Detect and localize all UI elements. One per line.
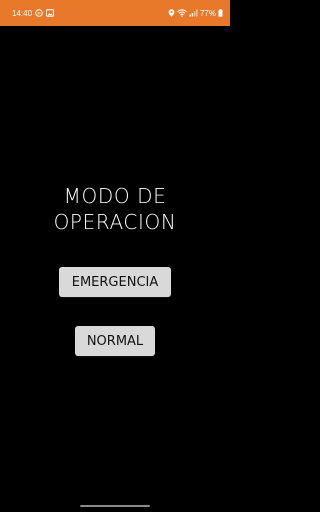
page-title: MODO DE OPERACION [0, 183, 230, 235]
title-line-1: MODO DE [63, 184, 167, 208]
status-time: 14:40 [12, 8, 33, 18]
emergencia-button[interactable]: EMERGENCIA [59, 267, 171, 297]
battery-percentage: 77% [199, 8, 216, 18]
app-screen: 14:40 P 77% MODO DE OPERACION EMERGENCIA… [0, 0, 230, 512]
circle-p-icon: P [35, 9, 43, 17]
signal-icon [189, 9, 198, 17]
image-icon [46, 9, 55, 17]
svg-text:P: P [37, 11, 40, 16]
status-bar-left: 14:40 P [12, 8, 55, 18]
battery-icon [218, 9, 223, 17]
location-icon [168, 9, 175, 17]
title-line-2: OPERACION [53, 210, 177, 234]
status-bar-right: 77% [168, 9, 223, 18]
normal-button[interactable]: NORMAL [75, 326, 155, 356]
wifi-icon [177, 9, 187, 17]
navigation-gesture-handle[interactable] [80, 505, 150, 507]
status-bar: 14:40 P 77% [0, 0, 230, 26]
